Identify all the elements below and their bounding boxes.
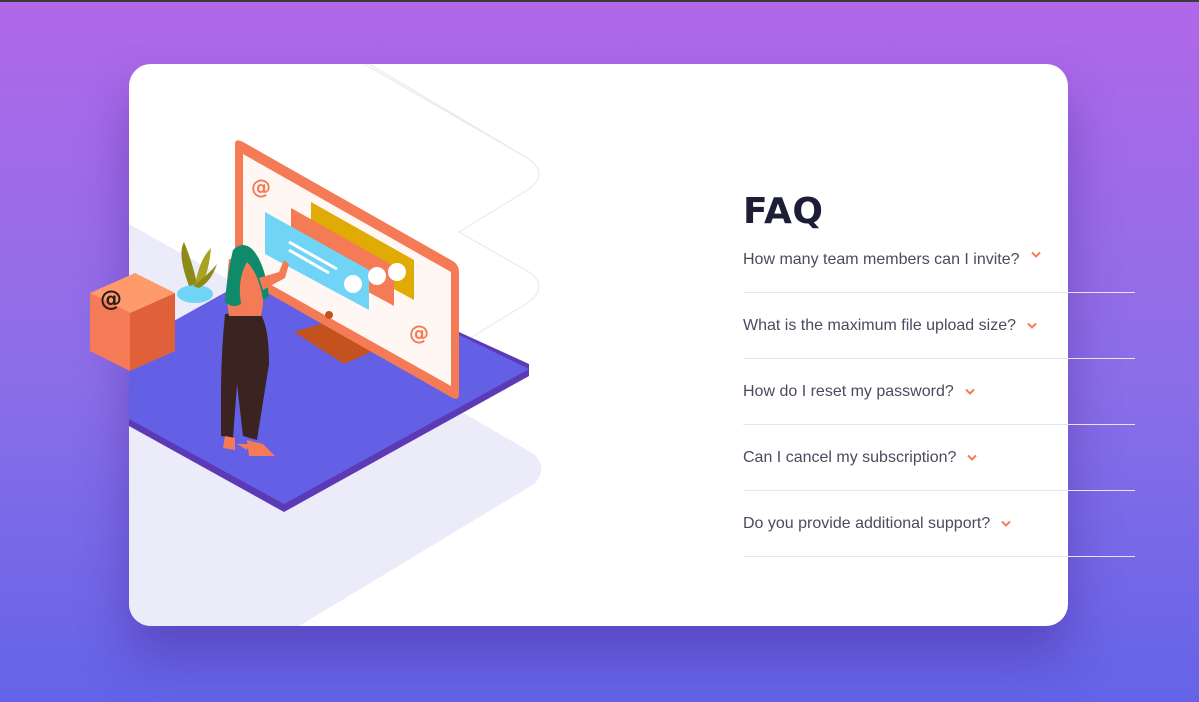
faq-question: How many team members can I invite? xyxy=(743,251,1020,268)
window-top-border xyxy=(0,0,1199,2)
at-sign-icon: @ xyxy=(100,287,122,312)
faq-question: What is the maximum file upload size? xyxy=(743,316,1016,334)
faq-item[interactable]: What is the maximum file upload size? xyxy=(743,293,1135,359)
chevron-down-icon[interactable] xyxy=(1027,322,1037,330)
faq-item[interactable]: How many team members can I invite? xyxy=(743,242,1135,293)
svg-text:@: @ xyxy=(409,321,429,345)
faq-question: Can I cancel my subscription? xyxy=(743,448,957,466)
chevron-down-icon[interactable] xyxy=(967,454,978,462)
floating-box: @ xyxy=(90,273,175,371)
svg-text:@: @ xyxy=(251,175,271,199)
chevron-down-icon[interactable] xyxy=(1001,520,1011,528)
faq-question: How do I reset my password? xyxy=(743,382,954,400)
chevron-down-icon[interactable] xyxy=(1030,251,1041,259)
page-title: FAQ xyxy=(743,191,824,232)
faq-item[interactable]: Do you provide additional support? xyxy=(743,491,1135,557)
faq-question: Do you provide additional support? xyxy=(743,514,991,532)
faq-item[interactable]: How do I reset my password? xyxy=(743,359,1135,425)
faq-card: @ @ FAQ How many team members can I invi… xyxy=(129,64,1135,626)
faq-section: FAQ How many team members can I invite? … xyxy=(743,182,1135,557)
chevron-down-icon[interactable] xyxy=(965,388,975,396)
faq-item[interactable]: Can I cancel my subscription? xyxy=(743,425,1135,491)
